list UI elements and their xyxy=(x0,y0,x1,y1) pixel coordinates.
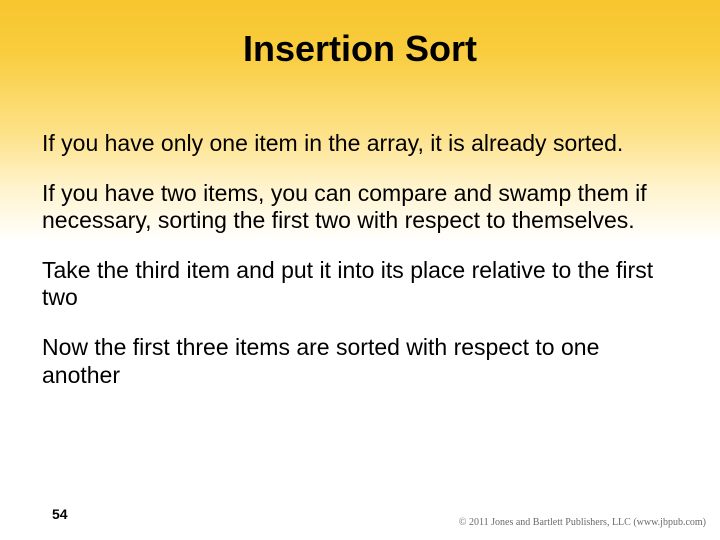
slide-title: Insertion Sort xyxy=(0,28,720,70)
copyright-text: © 2011 Jones and Bartlett Publishers, LL… xyxy=(459,517,706,528)
paragraph-3: Take the third item and put it into its … xyxy=(42,257,678,312)
paragraph-1: If you have only one item in the array, … xyxy=(42,130,678,158)
slide: Insertion Sort If you have only one item… xyxy=(0,0,720,540)
slide-body: If you have only one item in the array, … xyxy=(42,130,678,411)
paragraph-4: Now the first three items are sorted wit… xyxy=(42,334,678,389)
paragraph-2: If you have two items, you can compare a… xyxy=(42,180,678,235)
page-number: 54 xyxy=(52,506,68,522)
